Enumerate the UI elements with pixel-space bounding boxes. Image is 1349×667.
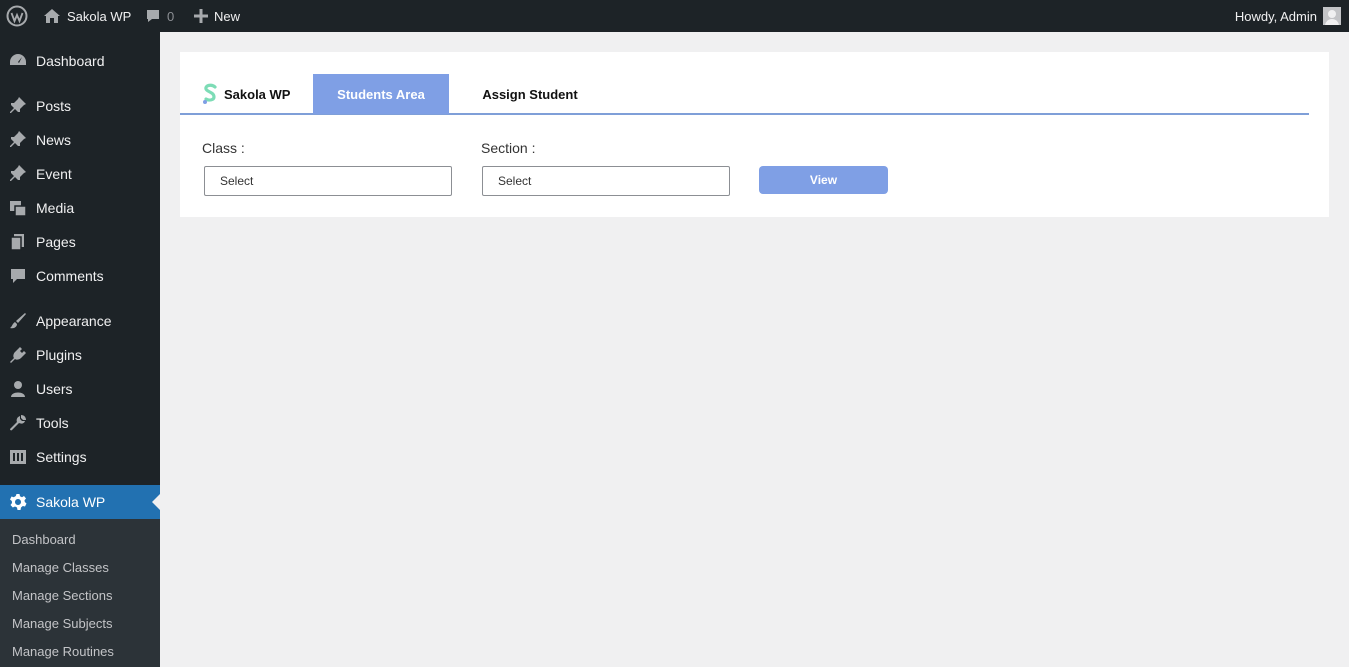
sidebar-item-settings[interactable]: Settings — [0, 440, 160, 474]
comment-icon — [0, 267, 36, 285]
pin-icon — [0, 131, 36, 149]
sakola-logo-icon — [203, 83, 217, 104]
site-name-link[interactable]: Sakola WP — [43, 0, 131, 32]
section-select[interactable]: Select — [482, 166, 730, 196]
pin-icon — [0, 97, 36, 115]
sakola-submenu: Dashboard Manage Classes Manage Sections… — [0, 519, 160, 667]
sidebar-item-media[interactable]: Media — [0, 191, 160, 225]
section-label: Section : — [481, 140, 536, 156]
brush-icon — [0, 312, 36, 330]
sidebar-item-tools[interactable]: Tools — [0, 406, 160, 440]
sidebar-item-pages[interactable]: Pages — [0, 225, 160, 259]
sidebar-item-appearance[interactable]: Appearance — [0, 304, 160, 338]
site-name: Sakola WP — [67, 8, 132, 24]
settings-icon — [0, 448, 36, 466]
comment-icon — [147, 10, 159, 22]
sidebar-item-event[interactable]: Event — [0, 157, 160, 191]
media-icon — [0, 199, 36, 217]
wrench-icon — [0, 414, 36, 432]
tab-assign-student[interactable]: Assign Student — [463, 74, 597, 114]
students-panel: Sakola WP Students Area Assign Student C… — [180, 52, 1329, 217]
view-button[interactable]: View — [759, 166, 888, 194]
sidebar-item-users[interactable]: Users — [0, 372, 160, 406]
submenu-item-manage-routines[interactable]: Manage Routines — [12, 637, 114, 665]
sidebar-item-plugins[interactable]: Plugins — [0, 338, 160, 372]
tabs-bar: Sakola WP Students Area Assign Student — [180, 52, 1309, 115]
sidebar-item-posts[interactable]: Posts — [0, 89, 160, 123]
admin-bar: Sakola WP 0 New Howdy, Admin — [0, 0, 1349, 32]
submenu-item-dashboard[interactable]: Dashboard — [12, 525, 76, 553]
new-content-link[interactable]: New — [194, 0, 240, 32]
comments-link[interactable]: 0 — [145, 0, 174, 32]
comments-count: 0 — [167, 8, 175, 24]
sidebar-item-sakola-wp[interactable]: Sakola WP — [0, 485, 160, 519]
tab-students-area[interactable]: Students Area — [313, 74, 449, 114]
brand-name: Sakola WP — [224, 86, 291, 102]
submenu-item-manage-subjects[interactable]: Manage Subjects — [12, 609, 112, 637]
submenu-item-manage-sections[interactable]: Manage Sections — [12, 581, 112, 609]
class-label: Class : — [202, 140, 245, 156]
sidebar-item-news[interactable]: News — [0, 123, 160, 157]
howdy-text: Howdy, Admin — [1234, 8, 1317, 24]
pin-icon — [0, 165, 36, 183]
class-select[interactable]: Select — [204, 166, 452, 196]
account-menu[interactable]: Howdy, Admin — [1235, 0, 1341, 32]
plus-icon — [194, 9, 208, 23]
new-label: New — [214, 8, 241, 24]
admin-sidebar: Dashboard Posts News Event Media Pages C… — [0, 32, 160, 667]
wordpress-logo-icon[interactable] — [6, 0, 28, 32]
brand-logo: Sakola WP — [202, 83, 290, 105]
submenu-item-manage-classes[interactable]: Manage Classes — [12, 553, 109, 581]
user-icon — [0, 380, 36, 398]
sidebar-item-dashboard[interactable]: Dashboard — [0, 44, 160, 78]
avatar — [1323, 7, 1341, 25]
home-icon — [44, 9, 60, 23]
plug-icon — [0, 346, 36, 364]
pages-icon — [0, 233, 36, 251]
sidebar-item-comments[interactable]: Comments — [0, 259, 160, 293]
gear-icon — [0, 493, 36, 511]
dashboard-icon — [0, 52, 36, 70]
